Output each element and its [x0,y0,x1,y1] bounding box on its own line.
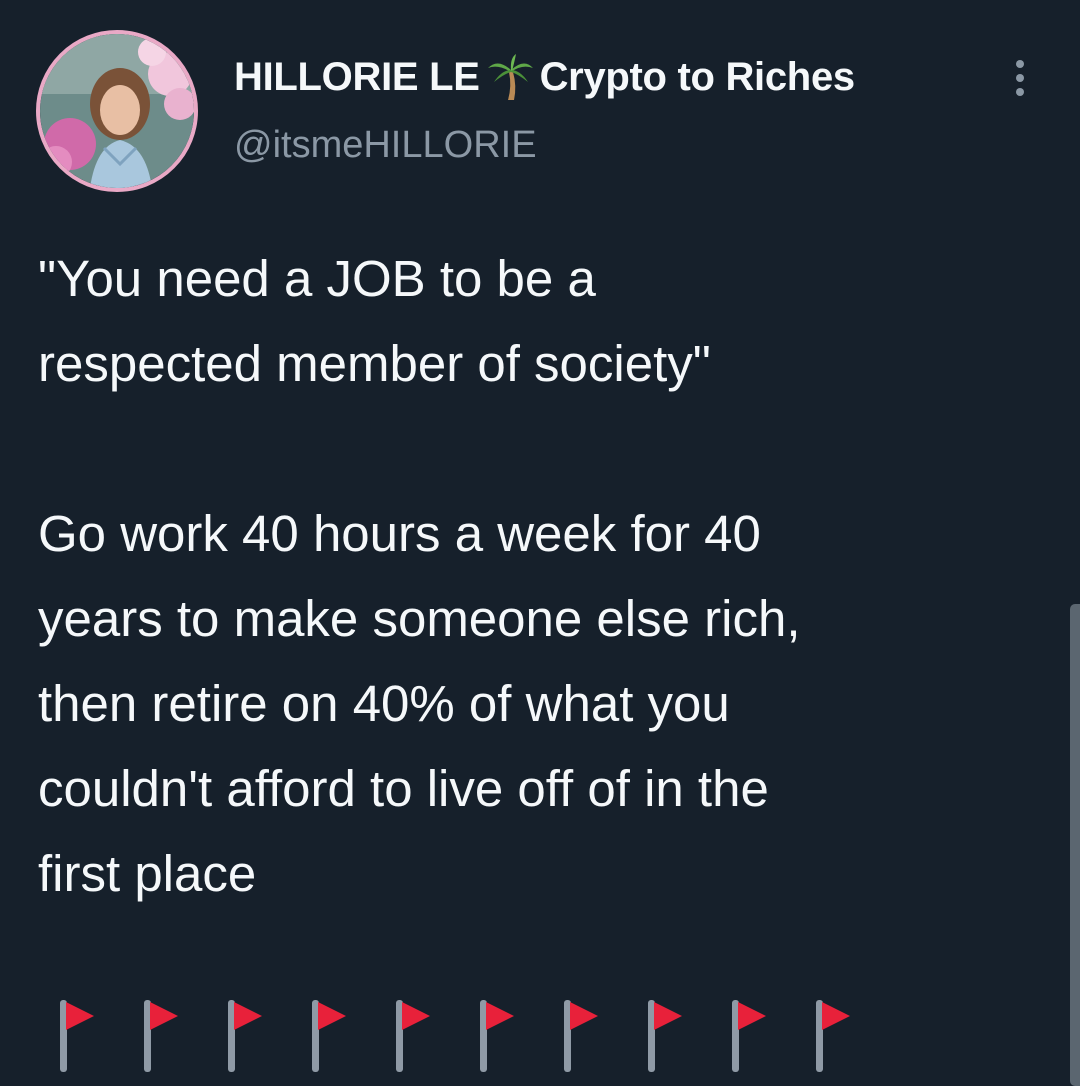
avatar-image [40,34,194,188]
red-flag-icon [732,1000,766,1072]
author-handle[interactable]: @itsmeHILLORIE [234,124,537,167]
tweet-text: "You need a JOB to be a respected member… [38,250,801,902]
scrollbar[interactable] [1070,604,1080,1086]
red-flag-icon [312,1000,346,1072]
avatar[interactable] [36,30,198,192]
red-flag-icon [816,1000,850,1072]
red-flag-icon [480,1000,514,1072]
palm-tree-icon [486,54,534,100]
emoji-row [40,996,850,1072]
red-flag-icon [648,1000,682,1072]
red-flag-icon [144,1000,178,1072]
red-flag-icon [564,1000,598,1072]
more-vertical-icon[interactable] [1002,56,1038,100]
author-display-name: HILLORIE LE [234,54,480,99]
author-name-row[interactable]: HILLORIE LE Crypto to Riches [234,54,855,100]
red-flag-icon [60,1000,94,1072]
author-name-suffix: Crypto to Riches [539,54,856,99]
red-flag-icon [228,1000,262,1072]
tweet-card: HILLORIE LE Crypto to Riches @itsmeHILLO… [0,0,1080,1086]
red-flag-icon [396,1000,430,1072]
